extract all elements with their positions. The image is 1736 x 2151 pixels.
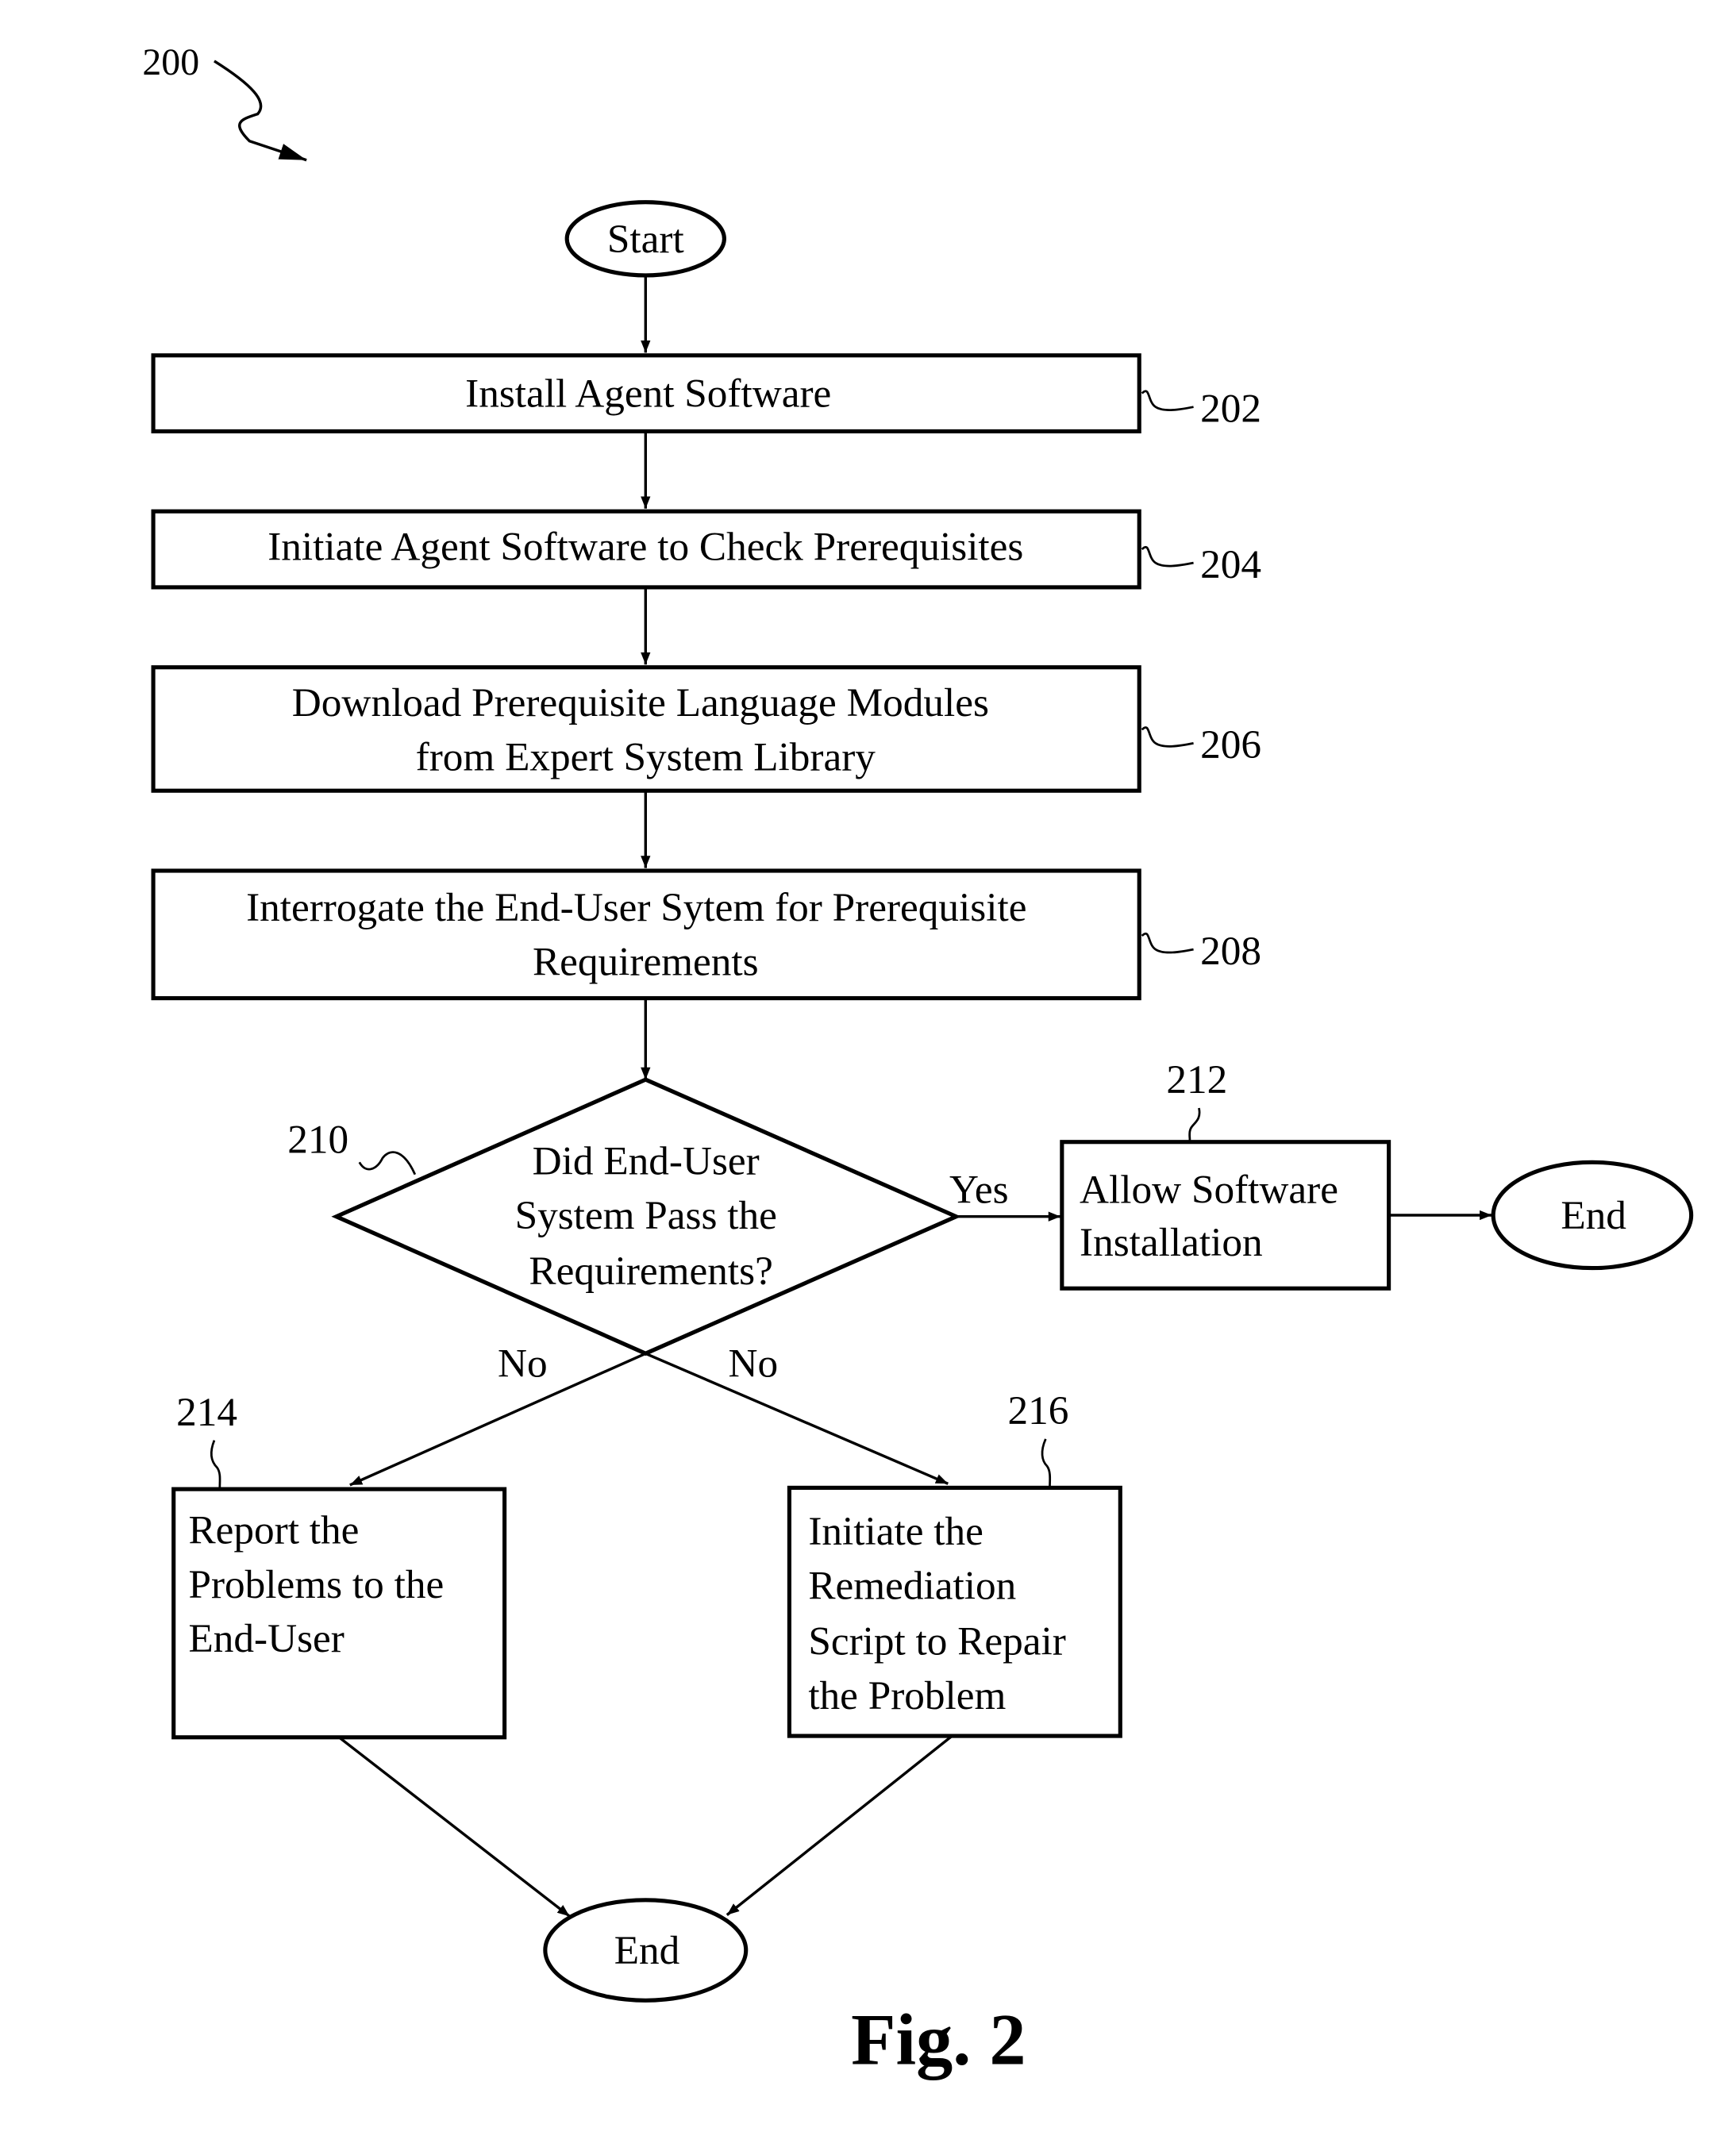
step-install-text: Install Agent Software xyxy=(465,371,831,417)
step-allow-installation: Allow Software Installation xyxy=(1060,1140,1391,1291)
figure-caption: Fig. 2 xyxy=(851,1999,1026,2080)
ref-leader-212 xyxy=(1188,1107,1201,1143)
end-right-label: End xyxy=(1561,1193,1626,1238)
decision-pass-requirements: Did End-User System Pass the Requirement… xyxy=(331,1077,961,1356)
end-terminal-bottom: End xyxy=(543,1898,749,2003)
ref-202: 202 xyxy=(1200,386,1261,431)
step-install-agent: Install Agent Software xyxy=(151,353,1141,433)
ref-204: 204 xyxy=(1200,542,1261,587)
end-terminal-right: End xyxy=(1491,1160,1694,1271)
step-remediation-script: Initiate the Remediation Script to Repai… xyxy=(787,1485,1122,1738)
ref-leader-206 xyxy=(1141,726,1194,748)
start-terminal: Start xyxy=(564,200,726,278)
figure-ref-number: 200 xyxy=(142,41,199,83)
ref-leader-202 xyxy=(1141,390,1194,411)
flowchart: 200 Start Install Agent Software 202 Ini… xyxy=(142,41,1694,2080)
ref-leader-216 xyxy=(1041,1438,1052,1488)
ref-leader-214 xyxy=(210,1440,221,1490)
arrow-report-to-end xyxy=(338,1736,571,1918)
no-right-label: No xyxy=(729,1341,779,1386)
ref-216: 216 xyxy=(1007,1388,1068,1433)
figure-ref-arrow xyxy=(214,60,307,162)
ref-210: 210 xyxy=(287,1117,348,1162)
ref-206: 206 xyxy=(1200,722,1261,768)
ref-212: 212 xyxy=(1166,1057,1227,1102)
decision-text: Did End-User System Pass the Requirement… xyxy=(515,1139,787,1294)
no-left-label: No xyxy=(498,1341,548,1386)
arrow-no-to-remediate xyxy=(645,1352,949,1485)
ref-214: 214 xyxy=(176,1390,237,1435)
ref-leader-204 xyxy=(1141,546,1194,568)
arrow-remediate-to-end xyxy=(726,1734,953,1916)
ref-208: 208 xyxy=(1200,929,1261,974)
ref-leader-210 xyxy=(358,1151,417,1176)
start-label: Start xyxy=(607,217,684,262)
step-download-modules: Download Prerequisite Language Modules f… xyxy=(151,665,1141,793)
step-check-prerequisites: Initiate Agent Software to Check Prerequ… xyxy=(151,509,1141,590)
step-report-problems: Report the Problems to the End-User xyxy=(171,1487,507,1740)
step-interrogate-system: Interrogate the End-User Sytem for Prere… xyxy=(151,868,1141,1001)
ref-leader-208 xyxy=(1141,933,1194,954)
end-bottom-label: End xyxy=(614,1928,680,1973)
step-check-text: Initiate Agent Software to Check Prerequ… xyxy=(268,525,1023,570)
yes-label: Yes xyxy=(949,1168,1009,1213)
